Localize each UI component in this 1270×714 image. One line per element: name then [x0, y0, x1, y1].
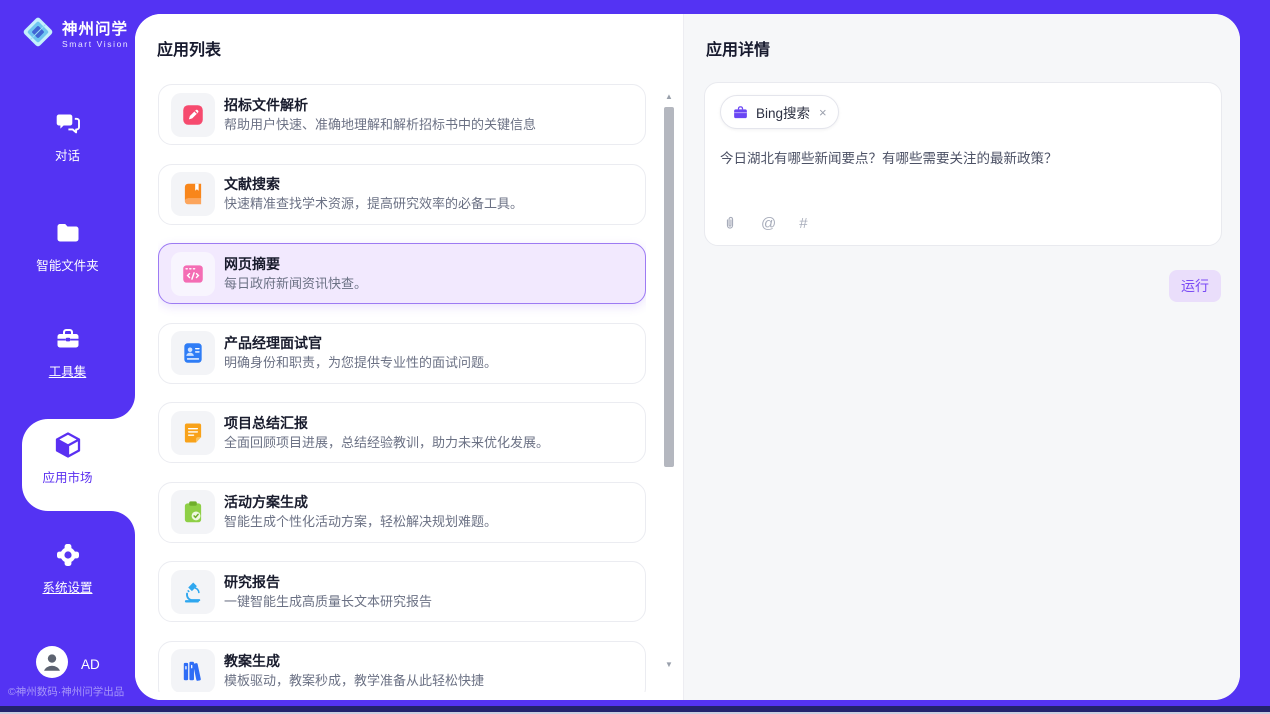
chat-icon: [53, 108, 83, 138]
query-text[interactable]: 今日湖北有哪些新闻要点？有哪些需要关注的最新政策？: [720, 150, 1206, 168]
app-card-title: 活动方案生成: [224, 495, 497, 510]
bid-document-icon: [171, 93, 215, 137]
app-card-title: 教案生成: [224, 654, 484, 669]
app-card-desc: 模板驱动，教案秒成，教学准备从此轻松快捷: [224, 674, 484, 688]
app-card-desc: 明确身份和职责，为您提供专业性的面试问题。: [224, 356, 497, 370]
briefcase-icon: [732, 104, 749, 121]
user-name: AD: [81, 657, 100, 672]
app-card-title: 文献搜索: [224, 177, 523, 192]
app-card[interactable]: 项目总结汇报 全面回顾项目进展，总结经验教训，助力未来优化发展。: [158, 402, 646, 463]
at-icon[interactable]: @: [761, 215, 776, 232]
sidebar-item-settings[interactable]: 系统设置: [0, 540, 135, 596]
app-card-title: 研究报告: [224, 575, 432, 590]
sidebar-item-toolbox[interactable]: 工具集: [0, 324, 135, 380]
avatar: [36, 646, 68, 683]
toolbox-icon: [53, 324, 83, 354]
app-card[interactable]: 教案生成 模板驱动，教案秒成，教学准备从此轻松快捷: [158, 641, 646, 693]
microscope-icon: [171, 570, 215, 614]
clipboard-check-icon: [171, 490, 215, 534]
app-card-title: 招标文件解析: [224, 98, 536, 113]
user-menu[interactable]: AD: [36, 646, 100, 683]
brand-logo-icon: [20, 14, 56, 55]
webpage-icon: [171, 252, 215, 296]
app-card-desc: 一键智能生成高质量长文本研究报告: [224, 595, 432, 609]
brand-name: 神州问学: [62, 21, 129, 38]
content: 应用列表 招标文件解析 帮助用户快速、准确地理解和解析招标书中的关键信息 文献搜…: [135, 14, 1240, 700]
plugin-chip[interactable]: Bing搜索 ×: [720, 95, 839, 129]
brand-tagline: Smart Vision: [62, 39, 129, 49]
app-card[interactable]: 招标文件解析 帮助用户快速、准确地理解和解析招标书中的关键信息: [158, 84, 646, 145]
chip-close-icon[interactable]: ×: [819, 105, 827, 120]
brand: 神州问学 Smart Vision: [20, 14, 129, 55]
app-card-desc: 全面回顾项目进展，总结经验教训，助力未来优化发展。: [224, 436, 549, 450]
app-card-title: 网页摘要: [224, 257, 367, 272]
scrollbar[interactable]: ▲ ▼: [663, 92, 675, 670]
scrollbar-thumb[interactable]: [664, 107, 674, 467]
app-card-desc: 智能生成个性化活动方案，轻松解决规划难题。: [224, 515, 497, 529]
plugin-chip-label: Bing搜索: [756, 102, 810, 122]
sidebar-item-chat[interactable]: 对话: [0, 108, 135, 164]
app-card-desc: 每日政府新闻资讯快查。: [224, 277, 367, 291]
folder-icon: [53, 218, 83, 248]
app-card[interactable]: 产品经理面试官 明确身份和职责，为您提供专业性的面试问题。: [158, 323, 646, 384]
app-card-title: 产品经理面试官: [224, 336, 497, 351]
app-card[interactable]: 网页摘要 每日政府新闻资讯快查。: [158, 243, 646, 304]
app-card[interactable]: 文献搜索 快速精准查找学术资源，提高研究效率的必备工具。: [158, 164, 646, 225]
interview-icon: [171, 331, 215, 375]
app-cards: 招标文件解析 帮助用户快速、准确地理解和解析招标书中的关键信息 文献搜索 快速精…: [158, 84, 646, 692]
books-icon: [171, 649, 215, 692]
app-detail-title: 应用详情: [706, 40, 770, 62]
app-card-desc: 快速精准查找学术资源，提高研究效率的必备工具。: [224, 197, 523, 211]
sidebar-item-app-market[interactable]: 应用市场: [0, 430, 135, 486]
app-window: 神州问学 Smart Vision 对话 智能文件夹 工具集 应用市场 系统设置…: [0, 0, 1270, 714]
app-card[interactable]: 研究报告 一键智能生成高质量长文本研究报告: [158, 561, 646, 622]
hash-icon[interactable]: #: [799, 215, 807, 232]
scroll-down-arrow-icon[interactable]: ▼: [663, 660, 675, 670]
copyright: ©神州数码·神州问学出品: [8, 684, 124, 699]
app-card-desc: 帮助用户快速、准确地理解和解析招标书中的关键信息: [224, 118, 536, 132]
app-list-title: 应用列表: [157, 40, 221, 62]
prompt-card: Bing搜索 × 今日湖北有哪些新闻要点？有哪些需要关注的最新政策？ @#: [704, 82, 1222, 246]
app-card-title: 项目总结汇报: [224, 416, 549, 431]
run-button[interactable]: 运行: [1169, 270, 1221, 302]
paperclip-icon[interactable]: [722, 214, 738, 232]
app-list-panel: 应用列表 招标文件解析 帮助用户快速、准确地理解和解析招标书中的关键信息 文献搜…: [135, 14, 683, 700]
gear-icon: [54, 540, 82, 570]
book-icon: [171, 172, 215, 216]
sidebar-item-smart-folder[interactable]: 智能文件夹: [0, 218, 135, 274]
cube-icon: [53, 430, 83, 460]
summary-note-icon: [171, 411, 215, 455]
app-detail-panel: 应用详情 Bing搜索 × 今日湖北有哪些新闻要点？有哪些需要关注的最新政策？ …: [683, 14, 1240, 700]
app-card[interactable]: 活动方案生成 智能生成个性化活动方案，轻松解决规划难题。: [158, 482, 646, 543]
scroll-up-arrow-icon[interactable]: ▲: [663, 92, 675, 102]
composer-toolbar: @#: [722, 214, 808, 232]
